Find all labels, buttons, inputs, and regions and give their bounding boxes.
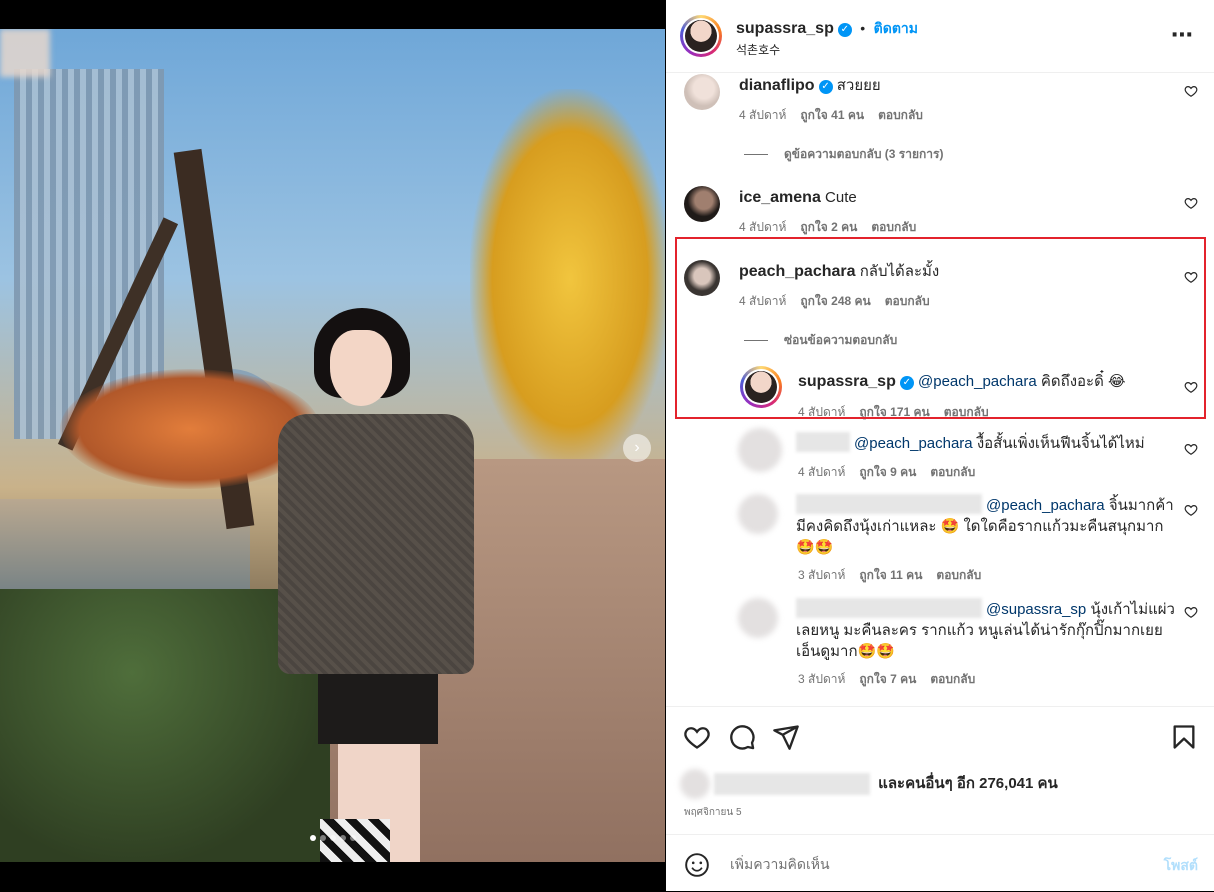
blurred-username xyxy=(796,432,850,452)
verified-icon: ✓ xyxy=(837,23,852,37)
verified-icon: ✓ xyxy=(818,80,833,94)
post-actions: และคนอื่นๆ อีก 276,041 คน พฤศจิกายน 5 xyxy=(666,706,1214,834)
reply-likes[interactable]: ถูกใจ 9 คน xyxy=(859,465,916,479)
carousel-dot xyxy=(319,835,326,841)
replier-avatar[interactable] xyxy=(738,598,778,638)
reply-text: เอ็นดูมาก🤩🤩 xyxy=(796,643,895,660)
commenter-avatar[interactable] xyxy=(684,260,720,296)
yellow-tree xyxy=(470,89,665,469)
liker-avatar xyxy=(680,769,710,799)
blurred-username xyxy=(796,598,982,618)
comment-likes[interactable]: ถูกใจ 248 คน xyxy=(800,294,870,308)
commenter-username[interactable]: ice_amena xyxy=(739,189,821,206)
reply-button[interactable]: ตอบกลับ xyxy=(871,220,916,234)
verified-icon: ✓ xyxy=(899,376,914,390)
carousel-dot xyxy=(329,835,336,841)
comment-icon[interactable] xyxy=(728,723,756,751)
comment-bar: โพสต์ xyxy=(666,834,1214,892)
commenter-username[interactable]: dianaflipo xyxy=(739,77,815,94)
likes-count[interactable]: และคนอื่นๆ อีก 276,041 คน xyxy=(878,775,1058,792)
reply-likes[interactable]: ถูกใจ 171 คน xyxy=(859,405,929,419)
reply-button[interactable]: ตอบกลับ xyxy=(944,405,989,419)
next-image-button[interactable]: › xyxy=(623,434,651,462)
reply-time[interactable]: 4 สัปดาห์ xyxy=(798,405,845,419)
comment-likes[interactable]: ถูกใจ 2 คน xyxy=(800,220,857,234)
heart-icon[interactable] xyxy=(1184,605,1198,619)
carousel-dots xyxy=(0,828,665,846)
comment-likes[interactable]: ถูกใจ 41 คน xyxy=(800,108,864,122)
carousel-dot xyxy=(309,835,316,841)
heart-icon[interactable] xyxy=(1184,84,1198,98)
more-icon[interactable]: ⋯ xyxy=(1171,22,1194,48)
mention-link[interactable]: @peach_pachara xyxy=(986,497,1105,514)
heart-icon[interactable] xyxy=(1184,196,1198,210)
post-comment-button[interactable]: โพสต์ xyxy=(1164,855,1198,877)
replier-username[interactable]: supassra_sp xyxy=(798,373,896,390)
replier-avatar[interactable] xyxy=(740,366,782,408)
mention-link[interactable]: @supassra_sp xyxy=(986,601,1086,618)
carousel-dot xyxy=(349,835,356,841)
heart-icon[interactable] xyxy=(1184,380,1198,394)
post-photo[interactable]: › xyxy=(0,29,665,862)
blurred-username xyxy=(796,494,982,514)
reply-likes[interactable]: ถูกใจ 11 คน xyxy=(859,568,922,582)
share-icon[interactable] xyxy=(772,723,800,751)
woman-figure xyxy=(270,308,480,862)
follow-button[interactable]: ติดตาม xyxy=(874,20,918,36)
bookmark-icon[interactable] xyxy=(1170,723,1198,751)
commenter-avatar[interactable] xyxy=(684,186,720,222)
heart-icon[interactable] xyxy=(1184,270,1198,284)
commenter-avatar[interactable] xyxy=(684,74,720,110)
blurred-corner xyxy=(0,29,50,77)
comment-time[interactable]: 4 สัปดาห์ xyxy=(739,294,786,308)
post-panel: supassra_sp ✓ • ติดตาม 석촌호수 ⋯ dianaflipo ✓… xyxy=(666,0,1214,891)
reply-button[interactable]: ตอบกลับ xyxy=(885,294,930,308)
emoji-icon[interactable] xyxy=(684,852,710,878)
reply-text: มีคงคิดถึงนุ้งเก่าแหละ 🤩 ใดใดคือรากแก้วม… xyxy=(796,518,1164,535)
post-date[interactable]: พฤศจิกายน 5 xyxy=(684,805,742,820)
commenter-username[interactable]: peach_pachara xyxy=(739,263,856,280)
reply-likes[interactable]: ถูกใจ 7 คน xyxy=(859,672,916,686)
blurred-liker xyxy=(714,773,870,795)
likes-summary[interactable]: และคนอื่นๆ อีก 276,041 คน xyxy=(680,769,1058,799)
reply-text: เลยหนู มะคืนละคร รากแก้ว หนูเล่นได้น่ารั… xyxy=(796,622,1163,639)
reply-text: จิ้นมากค้า xyxy=(1108,497,1174,514)
reply-text: งื้อสั้นเพิ่งเห็นฟีนจิ้นได้ไหม่ xyxy=(976,435,1145,452)
reply-text: 🤩🤩 xyxy=(796,539,834,556)
replier-avatar[interactable] xyxy=(738,494,778,534)
comment-text: Cute xyxy=(825,189,857,206)
author-username[interactable]: supassra_sp xyxy=(736,20,834,37)
comment-text: สวยยย xyxy=(836,77,881,94)
mention-link[interactable]: @peach_pachara xyxy=(854,435,973,452)
reply-button[interactable]: ตอบกลับ xyxy=(930,465,975,479)
heart-icon[interactable] xyxy=(1184,503,1198,517)
reply-time[interactable]: 3 สัปดาห์ xyxy=(798,568,845,582)
mention-link[interactable]: @peach_pachara xyxy=(918,373,1037,390)
heart-icon[interactable] xyxy=(683,723,711,751)
comment-time[interactable]: 4 สัปดาห์ xyxy=(739,108,786,122)
comment-time[interactable]: 4 สัปดาห์ xyxy=(739,220,786,234)
reply-time[interactable]: 4 สัปดาห์ xyxy=(798,465,845,479)
heart-icon[interactable] xyxy=(1184,442,1198,456)
reply-button[interactable]: ตอบกลับ xyxy=(936,568,981,582)
carousel-dot xyxy=(339,835,346,841)
reply-button[interactable]: ตอบกลับ xyxy=(878,108,923,122)
reply-time[interactable]: 3 สัปดาห์ xyxy=(798,672,845,686)
comment-input[interactable] xyxy=(728,855,1132,873)
hide-replies-button[interactable]: ซ่อนข้อความตอบกลับ xyxy=(744,331,897,350)
post-location[interactable]: 석촌호수 xyxy=(736,41,780,58)
post-header: supassra_sp ✓ • ติดตาม 석촌호수 ⋯ xyxy=(666,0,1214,73)
view-replies-button[interactable]: ดูข้อความตอบกลับ (3 รายการ) xyxy=(744,145,943,164)
separator-dot: • xyxy=(860,20,866,36)
reply-button[interactable]: ตอบกลับ xyxy=(930,672,975,686)
replier-avatar[interactable] xyxy=(738,428,782,472)
reply-text: นุ้งเก้าไม่แผ่ว xyxy=(1090,601,1175,618)
comment-text: กลับได้ละมั้ง xyxy=(859,263,940,280)
author-avatar[interactable] xyxy=(680,15,722,57)
reply-text: คิดถึงอะดิ๋ 😂 xyxy=(1040,373,1126,390)
